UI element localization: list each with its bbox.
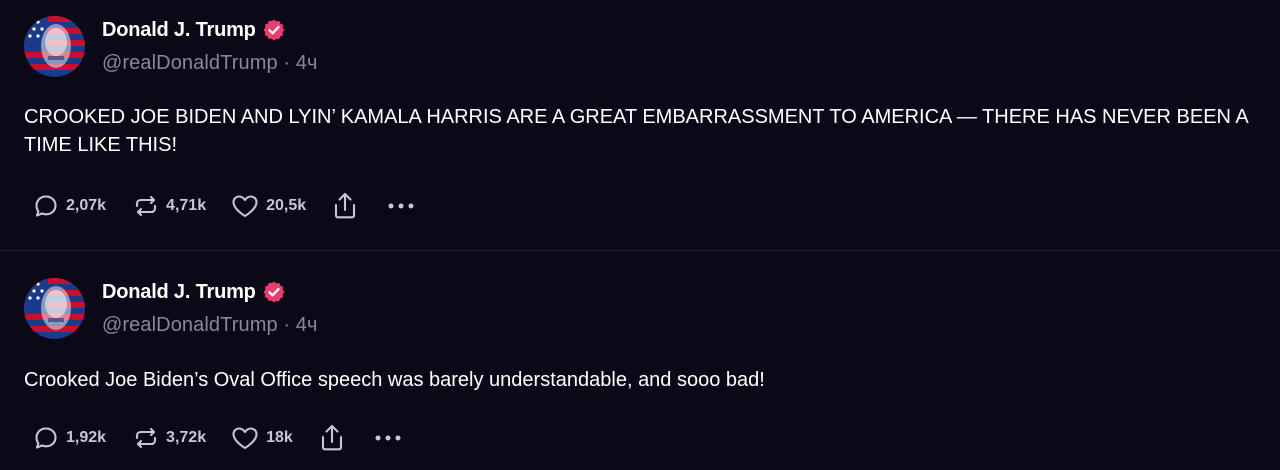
author-name-row: Donald J. Trump <box>102 17 286 43</box>
reply-count: 1,92k <box>66 429 107 446</box>
repost-icon <box>132 192 160 220</box>
more-button[interactable] <box>386 202 416 210</box>
reply-icon <box>32 192 60 220</box>
like-count: 18k <box>266 429 293 446</box>
post-actions: 1,92k 3,72k 18k <box>32 421 403 455</box>
verified-badge-icon <box>262 18 286 42</box>
like-count: 20,5k <box>266 197 307 214</box>
author-handle[interactable]: @realDonaldTrump <box>102 52 278 74</box>
author-name[interactable]: Donald J. Trump <box>102 281 256 304</box>
author-meta: @realDonaldTrump · 4ч <box>102 52 318 75</box>
more-button[interactable] <box>373 434 403 442</box>
author-name-row: Donald J. Trump <box>102 279 286 305</box>
reply-count: 2,07k <box>66 197 107 214</box>
author-meta: @realDonaldTrump · 4ч <box>102 314 318 337</box>
more-icon <box>373 434 403 442</box>
reply-button[interactable]: 2,07k <box>32 192 106 220</box>
repost-icon <box>132 424 160 452</box>
repost-count: 3,72k <box>166 429 207 446</box>
heart-icon <box>230 192 260 220</box>
like-button[interactable]: 18k <box>230 424 293 452</box>
post[interactable]: Donald J. Trump @realDonaldTrump · 4ч CR… <box>0 0 1280 251</box>
more-icon <box>386 202 416 210</box>
post-text: Crooked Joe Biden’s Oval Office speech w… <box>24 369 765 391</box>
avatar[interactable] <box>24 16 85 77</box>
post[interactable]: Donald J. Trump @realDonaldTrump · 4ч Cr… <box>0 252 1280 470</box>
repost-count: 4,71k <box>166 197 207 214</box>
reply-icon <box>32 424 60 452</box>
separator-dot: · <box>277 314 296 336</box>
post-text: CROOKED JOE BIDEN AND LYIN’ KAMALA HARRI… <box>24 106 1248 156</box>
feed: Donald J. Trump @realDonaldTrump · 4ч CR… <box>0 0 1280 470</box>
separator-dot: · <box>277 52 296 74</box>
reply-button[interactable]: 1,92k <box>32 424 106 452</box>
heart-icon <box>230 424 260 452</box>
share-button[interactable] <box>332 191 358 221</box>
share-icon <box>332 191 358 221</box>
repost-button[interactable]: 3,72k <box>132 424 206 452</box>
repost-button[interactable]: 4,71k <box>132 192 206 220</box>
like-button[interactable]: 20,5k <box>230 192 306 220</box>
post-actions: 2,07k 4,71k 20,5k <box>32 189 416 223</box>
verified-badge-icon <box>262 280 286 304</box>
author-handle[interactable]: @realDonaldTrump <box>102 314 278 336</box>
author-name[interactable]: Donald J. Trump <box>102 19 256 42</box>
avatar[interactable] <box>24 278 85 339</box>
post-time[interactable]: 4ч <box>296 314 318 336</box>
share-button[interactable] <box>319 423 345 453</box>
share-icon <box>319 423 345 453</box>
post-time[interactable]: 4ч <box>296 52 318 74</box>
